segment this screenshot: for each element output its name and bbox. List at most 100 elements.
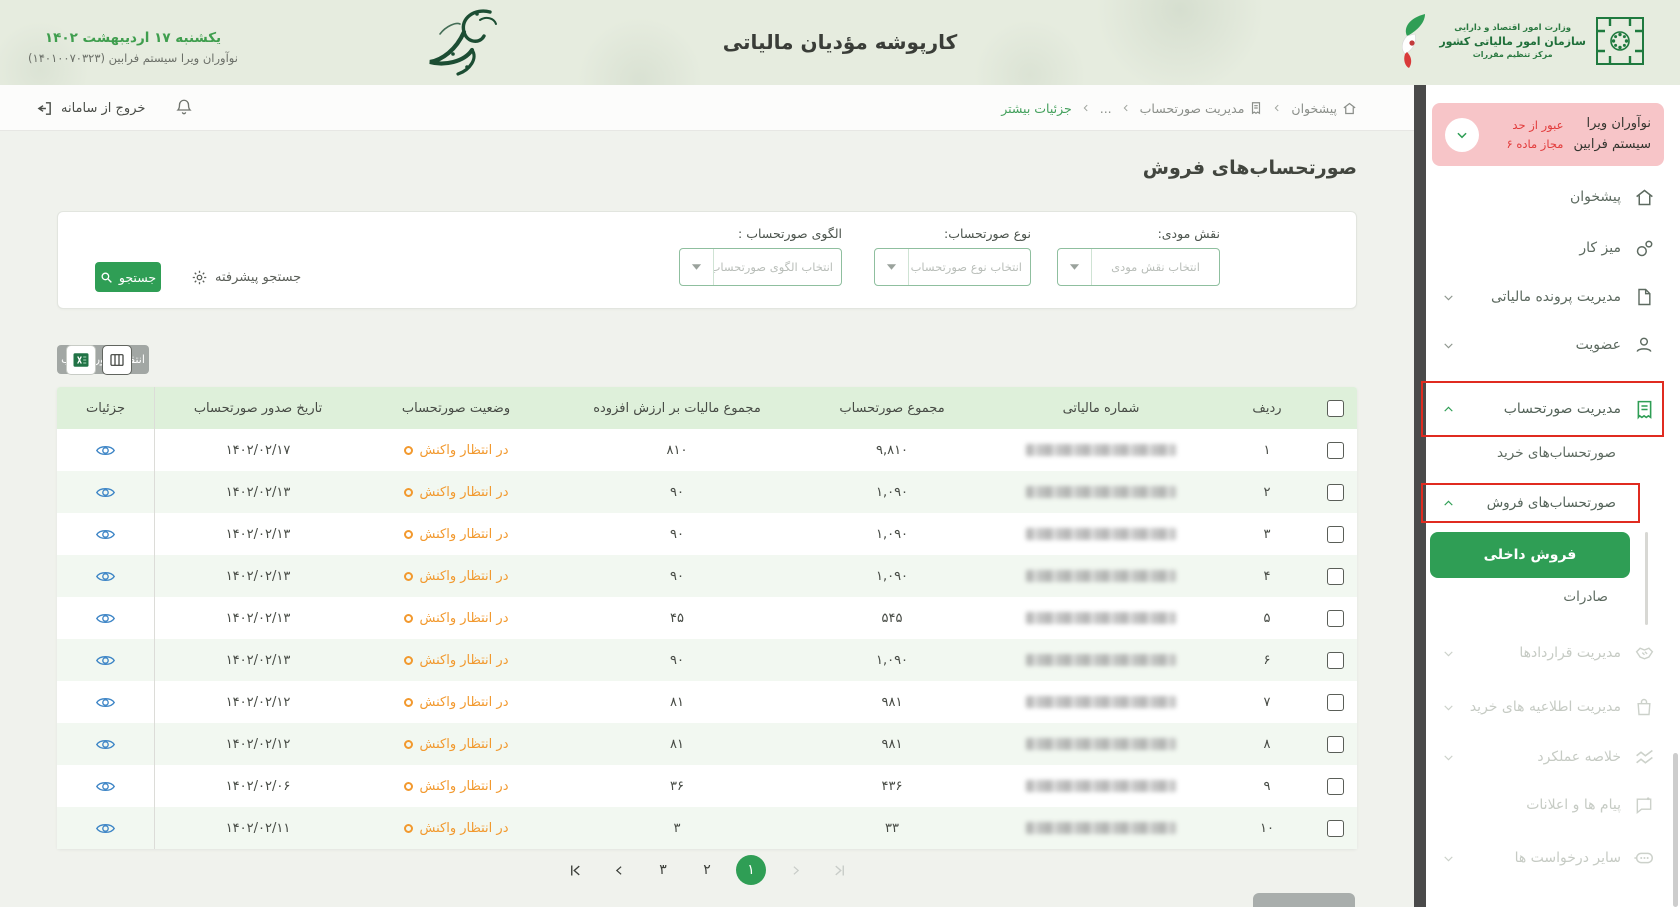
eye-icon[interactable] — [96, 695, 115, 710]
export-excel-button[interactable] — [66, 345, 96, 375]
header-row-number: ردیف — [1221, 387, 1313, 429]
header-vat-total: مجموع مالیات بر ارزش افزوده — [551, 387, 803, 429]
row-checkbox[interactable] — [1327, 694, 1344, 711]
eye-icon[interactable] — [96, 779, 115, 794]
details-cell — [57, 807, 155, 849]
row-checkbox-cell — [1313, 723, 1357, 765]
breadcrumb-invoice-management[interactable]: مدیریت صورتحساب — [1140, 101, 1264, 116]
sub-header: پیشخوان مدیریت صورتحساب ... جزئیات بیشتر… — [0, 85, 1414, 131]
advanced-search-button[interactable]: جستجو پیشرفته — [191, 262, 301, 292]
pagination: ۳ ۲ ۱ — [0, 855, 1414, 885]
sidebar-item-other-requests: سایر درخواست ها — [1440, 834, 1656, 882]
status-cell: در انتظار واکنش — [361, 555, 551, 597]
logout-button[interactable]: خروج از سامانه — [36, 85, 145, 131]
receipt-icon — [1632, 399, 1656, 420]
home-icon — [1632, 187, 1656, 208]
row-number: ۷ — [1221, 681, 1313, 723]
role-select[interactable]: انتخاب نقش مودی — [1057, 248, 1220, 286]
details-cell — [57, 765, 155, 807]
issue-date: ۱۴۰۲/۰۲/۱۳ — [155, 471, 361, 513]
tax-number-cell — [981, 471, 1221, 513]
status-label: در انتظار واکنش — [420, 569, 509, 584]
select-all-cell — [1313, 387, 1357, 429]
home-icon — [1342, 101, 1357, 116]
eye-icon[interactable] — [96, 821, 115, 836]
eye-icon[interactable] — [96, 653, 115, 668]
filter-group-pattern: الگوی صورتحساب : انتخاب الگوی صورتحساب — [679, 226, 842, 286]
sidebar-item-contracts: مدیریت قراردادها — [1440, 629, 1656, 677]
row-checkbox[interactable] — [1327, 442, 1344, 459]
vat-total: ۴۵ — [551, 597, 803, 639]
invoice-type-placeholder: انتخاب نوع صورتحساب — [909, 260, 1030, 274]
row-checkbox[interactable] — [1327, 484, 1344, 501]
pagination-current-page[interactable]: ۱ — [736, 855, 766, 885]
pagination-page-3[interactable]: ۳ — [648, 855, 678, 885]
notifications-bell-icon[interactable] — [175, 98, 193, 116]
pagination-prev-page-button-disabled — [780, 855, 810, 885]
sidebar-item-performance-summary: خلاصه عملکرد — [1440, 733, 1656, 781]
invoice-total: ۹,۸۱۰ — [803, 429, 981, 471]
status-label: در انتظار واکنش — [420, 653, 509, 668]
sidebar-item-workdesk[interactable]: میز کار — [1440, 224, 1656, 272]
filter-group-type: نوع صورتحساب: انتخاب نوع صورتحساب — [874, 226, 1031, 286]
select-all-checkbox[interactable] — [1327, 400, 1344, 417]
eye-icon[interactable] — [96, 443, 115, 458]
row-checkbox[interactable] — [1327, 820, 1344, 837]
sidebar-item-tax-file[interactable]: مدیریت پرونده مالیاتی — [1440, 273, 1656, 321]
invoice-pattern-select[interactable]: انتخاب الگوی صورتحساب — [679, 248, 842, 286]
column-settings-button[interactable] — [102, 345, 132, 375]
profile-expand-button[interactable] — [1445, 118, 1479, 152]
row-checkbox[interactable] — [1327, 610, 1344, 627]
status-ring-icon — [404, 698, 413, 707]
issue-date: ۱۴۰۲/۰۲/۱۳ — [155, 555, 361, 597]
pagination-page-2[interactable]: ۲ — [692, 855, 722, 885]
logout-icon — [36, 100, 53, 117]
eye-icon[interactable] — [96, 611, 115, 626]
row-checkbox-cell — [1313, 639, 1357, 681]
invoice-total: ۱,۰۹۰ — [803, 513, 981, 555]
vat-total: ۸۱ — [551, 681, 803, 723]
tax-number-masked — [1026, 486, 1176, 498]
sidebar-item-exports[interactable]: صادرات — [1440, 577, 1656, 617]
row-number: ۴ — [1221, 555, 1313, 597]
pagination-next-page-button[interactable] — [604, 855, 634, 885]
row-checkbox[interactable] — [1327, 736, 1344, 753]
sidebar-item-membership[interactable]: عضویت — [1440, 321, 1656, 369]
search-button[interactable]: جستجو — [95, 262, 161, 292]
breadcrumb-home[interactable]: پیشخوان — [1291, 101, 1357, 116]
row-checkbox[interactable] — [1327, 778, 1344, 795]
chevron-down-icon — [1058, 249, 1092, 285]
sidebar-item-domestic-sales-active[interactable]: فروش داخلی — [1430, 532, 1630, 578]
new-invoice-button-partial[interactable]: صدور صورتحساب — [1253, 893, 1355, 907]
pagination-last-page-button[interactable] — [560, 855, 590, 885]
row-checkbox-cell — [1313, 429, 1357, 471]
status-cell: در انتظار واکنش — [361, 597, 551, 639]
sidebar-item-invoice-management[interactable]: مدیریت صورتحساب — [1440, 385, 1656, 433]
details-cell — [57, 597, 155, 639]
row-checkbox[interactable] — [1327, 568, 1344, 585]
sidebar-item-sales-invoices[interactable]: صورتحساب‌های فروش — [1440, 481, 1656, 525]
breadcrumb-separator-icon — [1121, 103, 1131, 113]
invoice-total: ۱,۰۹۰ — [803, 471, 981, 513]
profile-alert-badge: نوآوران ویرا سیستم فرابین عبور از حد مجا… — [1432, 103, 1664, 166]
row-checkbox[interactable] — [1327, 526, 1344, 543]
row-checkbox-cell — [1313, 597, 1357, 639]
invoice-type-select[interactable]: انتخاب نوع صورتحساب — [874, 248, 1031, 286]
eye-icon[interactable] — [96, 569, 115, 584]
advanced-search-label: جستجو پیشرفته — [215, 270, 301, 285]
tax-number-cell — [981, 807, 1221, 849]
breadcrumb-ellipsis[interactable]: ... — [1100, 101, 1112, 116]
sidebar-item-purchase-invoices[interactable]: صورتحساب‌های خرید — [1440, 429, 1656, 477]
sidebar-item-dashboard[interactable]: پیشخوان — [1440, 173, 1656, 221]
sidebar-scrollbar[interactable] — [1673, 753, 1678, 907]
content-scrollbar[interactable] — [1414, 85, 1426, 907]
eye-icon[interactable] — [96, 527, 115, 542]
invoice-total: ۱,۰۹۰ — [803, 639, 981, 681]
row-checkbox[interactable] — [1327, 652, 1344, 669]
header-invoice-total: مجموع صورتحساب — [803, 387, 981, 429]
eye-icon[interactable] — [96, 485, 115, 500]
status-badge: در انتظار واکنش — [404, 695, 509, 710]
eye-icon[interactable] — [96, 737, 115, 752]
details-cell — [57, 429, 155, 471]
filter-role-label: نقش مودی: — [1057, 226, 1220, 241]
